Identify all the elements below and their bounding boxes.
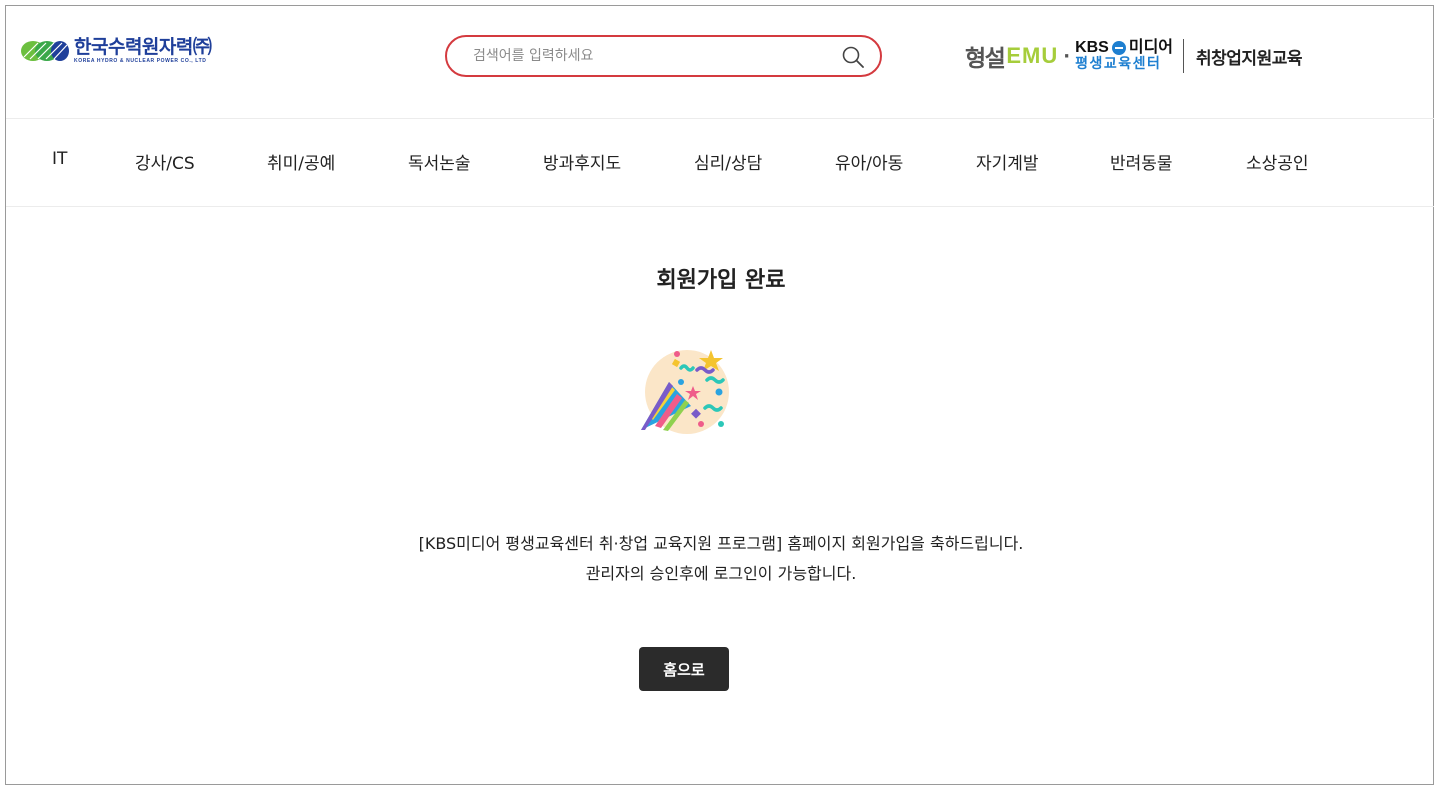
page-title: 회원가입 완료 <box>656 268 786 293</box>
khnp-logo-text: 한국수력원자력㈜ <box>74 37 212 58</box>
kbs-media-logo: KBS 미디어 평생교육센터 <box>1075 39 1174 73</box>
search-input[interactable] <box>471 47 835 65</box>
emu-logo-text: EMU <box>1006 43 1059 68</box>
nav-item-hobby[interactable]: 취미/공예 <box>267 149 335 174</box>
nav-item-childcare[interactable]: 유아/아동 <box>835 149 903 174</box>
category-nav: IT 강사/CS 취미/공예 독서논술 방과후지도 심리/상담 유아/아동 자기… <box>6 118 1434 207</box>
kbs-center-text: 평생교육센터 <box>1075 56 1162 72</box>
home-button[interactable]: 홈으로 <box>639 647 729 691</box>
brand-edu-title: 취창업지원교육 <box>1196 48 1302 69</box>
signup-message: [KBS미디어 평생교육센터 취·창업 교육지원 프로그램] 홈페이지 회원가입… <box>0 529 1442 589</box>
nav-item-afterschool[interactable]: 방과후지도 <box>543 149 621 174</box>
kbs-circle-icon <box>1111 41 1126 55</box>
party-popper-icon <box>641 350 729 434</box>
nav-item-it[interactable]: IT <box>52 149 67 169</box>
khnp-logo-icon <box>21 41 69 61</box>
nav-item-smallbiz[interactable]: 소상공인 <box>1246 149 1309 174</box>
khnp-logo[interactable]: 한국수력원자력㈜ KOREA HYDRO & NUCLEAR POWER CO.… <box>20 36 212 66</box>
hyungseol-logo-text: 형설 <box>965 46 1006 72</box>
kbs-logo-text: KBS <box>1075 39 1109 56</box>
site-header: 한국수력원자력㈜ KOREA HYDRO & NUCLEAR POWER CO.… <box>0 0 1442 118</box>
khnp-logo-subtext: KOREA HYDRO & NUCLEAR POWER CO., LTD <box>74 58 207 64</box>
nav-item-instructor[interactable]: 강사/CS <box>135 149 195 174</box>
brand-separator-dot: · <box>1063 45 1071 67</box>
nav-item-reading[interactable]: 독서논술 <box>408 149 471 174</box>
message-line-1: [KBS미디어 평생교육센터 취·창업 교육지원 프로그램] 홈페이지 회원가입… <box>418 534 1024 553</box>
nav-item-selfdev[interactable]: 자기계발 <box>976 149 1039 174</box>
nav-item-pets[interactable]: 반려동물 <box>1110 149 1173 174</box>
search-icon[interactable] <box>842 46 864 68</box>
nav-item-counseling[interactable]: 심리/상담 <box>694 149 762 174</box>
kbs-media-text: 미디어 <box>1128 39 1174 56</box>
message-line-2: 관리자의 승인후에 로그인이 가능합니다. <box>585 564 857 583</box>
search-box <box>445 35 882 77</box>
partner-brand[interactable]: 형설 EMU · KBS 미디어 평생교육센터 취창업지원교육 <box>965 36 1302 76</box>
brand-divider <box>1183 39 1185 73</box>
